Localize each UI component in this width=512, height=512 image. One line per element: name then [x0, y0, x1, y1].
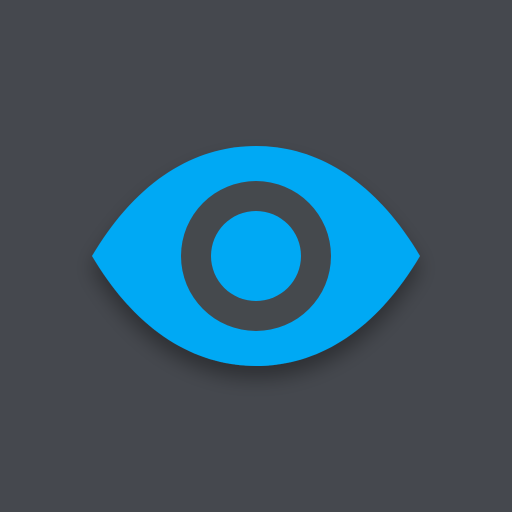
eye-pupil: [211, 211, 301, 301]
eye-icon: [0, 0, 512, 512]
app-icon-canvas: [0, 0, 512, 512]
